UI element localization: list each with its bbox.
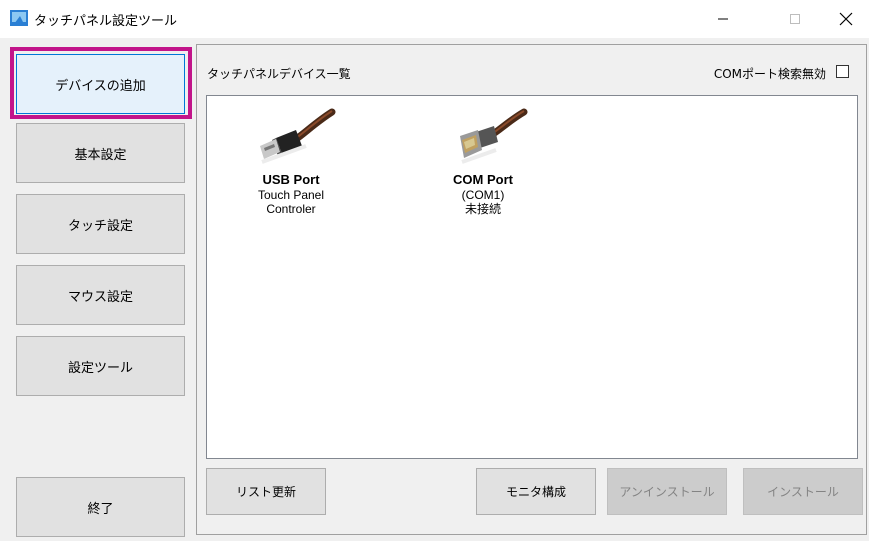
app-icon bbox=[10, 10, 28, 26]
panel-title: タッチパネルデバイス一覧 bbox=[207, 67, 351, 81]
refresh-list-label: リスト更新 bbox=[235, 485, 296, 499]
monitor-config-button[interactable]: モニタ構成 bbox=[476, 468, 596, 515]
install-button[interactable]: インストール bbox=[743, 468, 863, 515]
maximize-button[interactable] bbox=[772, 0, 818, 38]
device-list: USB Port Touch Panel Controler COM Port … bbox=[206, 95, 858, 459]
serial-cable-icon bbox=[460, 108, 528, 164]
sidebar-item-label: 基本設定 bbox=[74, 147, 127, 163]
uninstall-button[interactable]: アンインストール bbox=[607, 468, 727, 515]
sidebar-item-mouse-settings[interactable]: マウス設定 bbox=[16, 265, 185, 325]
title-bar: タッチパネル設定ツール bbox=[0, 0, 869, 38]
device-list-panel: タッチパネルデバイス一覧 COMポート検索無効 USB Port Touch P… bbox=[196, 44, 867, 535]
device-name: COM Port bbox=[453, 172, 513, 187]
com-disable-checkbox[interactable] bbox=[836, 65, 849, 78]
device-desc-line1: Touch Panel bbox=[257, 188, 325, 202]
sidebar-item-add-device[interactable]: デバイスの追加 bbox=[16, 54, 185, 114]
device-item-com[interactable]: COM Port (COM1) 未接続 bbox=[421, 106, 545, 215]
close-button[interactable] bbox=[823, 0, 869, 38]
com-disable-label: COMポート検索無効 bbox=[713, 67, 826, 81]
exit-button[interactable]: 終了 bbox=[16, 477, 185, 537]
sidebar-item-label: タッチ設定 bbox=[67, 218, 133, 234]
device-item-usb[interactable]: USB Port Touch Panel Controler bbox=[229, 106, 353, 215]
sidebar-item-touch-settings[interactable]: タッチ設定 bbox=[16, 194, 185, 254]
install-label: インストール bbox=[767, 485, 839, 499]
client-area: デバイスの追加 基本設定 タッチ設定 マウス設定 設定ツール 終了 タッチパネル… bbox=[0, 38, 869, 541]
monitor-config-label: モニタ構成 bbox=[505, 485, 566, 499]
minimize-button[interactable] bbox=[700, 0, 746, 38]
sidebar-item-label: 設定ツール bbox=[67, 360, 133, 376]
device-desc-line1: (COM1) bbox=[461, 188, 505, 202]
uninstall-label: アンインストール bbox=[619, 485, 715, 499]
close-icon bbox=[839, 12, 853, 26]
device-desc-line2: Controler bbox=[266, 202, 316, 216]
sidebar-item-label: マウス設定 bbox=[67, 289, 133, 305]
sidebar-item-setting-tool[interactable]: 設定ツール bbox=[16, 336, 185, 396]
sidebar-item-basic-settings[interactable]: 基本設定 bbox=[16, 123, 185, 183]
minimize-icon bbox=[718, 18, 728, 20]
window-title: タッチパネル設定ツール bbox=[34, 14, 178, 29]
device-name: USB Port bbox=[262, 172, 320, 187]
sidebar-item-label: デバイスの追加 bbox=[55, 78, 146, 94]
maximize-icon bbox=[790, 14, 800, 24]
exit-button-label: 終了 bbox=[87, 501, 114, 517]
device-desc-line2: 未接続 bbox=[464, 202, 501, 216]
usb-cable-icon bbox=[260, 108, 336, 164]
refresh-list-button[interactable]: リスト更新 bbox=[206, 468, 326, 515]
